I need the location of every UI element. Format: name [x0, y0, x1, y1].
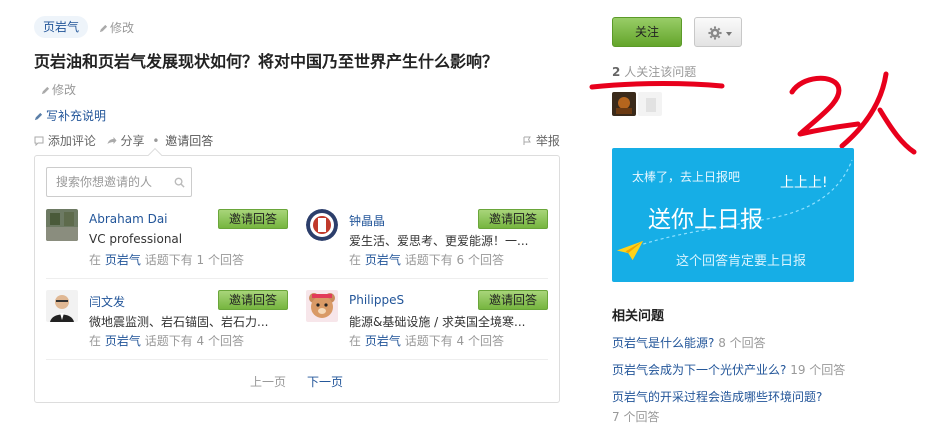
avatar-photo [612, 92, 636, 116]
candidate-name[interactable]: 钟晶晶 [349, 212, 385, 229]
banner-line3: 这个回答肯定要上日报 [676, 254, 807, 269]
gear-icon [708, 26, 722, 40]
search-icon [174, 177, 185, 188]
avatar-logo [306, 209, 338, 241]
meta-topic-link[interactable]: 页岩气 [365, 253, 401, 267]
related-question-link[interactable]: 页岩气会成为下一个光伏产业么? [612, 363, 786, 377]
daily-promo-banner[interactable]: 太棒了，去上日报吧 上上上! 送你上日报 这个回答肯定要上日报 [612, 148, 854, 282]
follow-button[interactable]: 关注 [612, 17, 682, 47]
candidate-name[interactable]: PhilippeS [349, 293, 404, 307]
related-questions-title: 相关问题 [612, 309, 665, 324]
meta-topic-link[interactable]: 页岩气 [365, 334, 401, 348]
candidate-bio: 爱生活、爱思考、更爱能源！一... [349, 234, 529, 248]
meta-answer-count: 话题下有 6 个回答 [404, 253, 504, 267]
meta-topic-link[interactable]: 页岩气 [105, 253, 141, 267]
candidate-meta: 在 页岩气 话题下有 1 个回答 [89, 251, 244, 268]
edit-topics-link[interactable]: 修改 [99, 19, 134, 36]
related-question-title: 页岩气的开采过程会造成哪些环境问题? [612, 390, 823, 404]
meta-prefix: 在 [89, 334, 102, 348]
avatar-photo [46, 209, 78, 241]
pencil-icon [41, 86, 50, 95]
share-label: 分享 [120, 134, 145, 148]
invite-answer-action[interactable]: 邀请回答 [165, 132, 213, 149]
candidate-meta: 在 页岩气 话题下有 6 个回答 [349, 251, 504, 268]
meta-answer-count: 话题下有 4 个回答 [404, 334, 504, 348]
add-description-link[interactable]: 写补充说明 [34, 107, 106, 124]
avatar[interactable] [306, 290, 338, 322]
edit-topics-label: 修改 [110, 21, 135, 35]
avatar[interactable] [46, 290, 78, 322]
avatar-photo [46, 290, 78, 322]
topic-tag[interactable]: 页岩气 [34, 16, 89, 38]
banner-headline: 送你上日报 [648, 207, 763, 233]
follower-avatar[interactable] [612, 92, 636, 116]
invite-button[interactable]: 邀请回答 [478, 209, 548, 229]
invite-search-input[interactable]: 搜索你想邀请的人 [46, 167, 192, 197]
candidate-name[interactable]: 闫文发 [89, 293, 125, 310]
share-icon [107, 136, 117, 144]
add-description-label: 写补充说明 [46, 109, 107, 123]
invite-search-placeholder: 搜索你想邀请的人 [56, 175, 153, 189]
add-comment-label: 添加评论 [47, 134, 96, 148]
flag-icon [523, 136, 531, 145]
comment-icon [34, 136, 44, 146]
question-actions: 添加评论 分享 • 邀请回答 举报 [34, 132, 560, 150]
edit-title-link[interactable]: 修改 [41, 81, 76, 98]
candidate-meta: 在 页岩气 话题下有 4 个回答 [89, 332, 244, 349]
related-answer-count: 7 个回答 [612, 410, 660, 424]
avatar[interactable] [46, 209, 78, 241]
meta-prefix: 在 [89, 253, 102, 267]
invite-button[interactable]: 邀请回答 [478, 290, 548, 310]
paper-plane-icon [616, 240, 644, 261]
row-divider [46, 278, 548, 279]
meta-answer-count: 话题下有 4 个回答 [144, 334, 244, 348]
avatar-photo [638, 92, 662, 116]
candidate-bio: 能源&基础设施 / 求英国全境寒... [349, 315, 526, 329]
share-action[interactable]: 分享 [106, 132, 145, 149]
meta-prefix: 在 [349, 253, 362, 267]
prev-page-button[interactable]: 上一页 [250, 373, 286, 390]
add-comment-action[interactable]: 添加评论 [34, 132, 96, 149]
avatar[interactable] [306, 209, 338, 241]
related-question: 页岩气会成为下一个光伏产业么? 19 个回答 [612, 361, 845, 378]
invite-button[interactable]: 邀请回答 [218, 290, 288, 310]
meta-answer-count: 话题下有 1 个回答 [144, 253, 244, 267]
meta-prefix: 在 [349, 334, 362, 348]
related-question-link[interactable]: 页岩气的开采过程会造成哪些环境问题? [612, 388, 822, 405]
meta-topic-link[interactable]: 页岩气 [105, 334, 141, 348]
candidate-meta: 在 页岩气 话题下有 4 个回答 [349, 332, 504, 349]
pencil-icon [99, 24, 108, 33]
related-answer-count: 8 个回答 [718, 336, 766, 350]
separator-dot: • [152, 133, 160, 148]
banner-line2: 上上上! [780, 175, 828, 191]
related-question: 页岩气是什么能源? 8 个回答 [612, 334, 766, 351]
avatar-bear [306, 290, 338, 322]
candidate-bio: 微地震监测、岩石锚固、岩石力... [89, 315, 269, 329]
banner-line1: 太棒了，去上日报吧 [632, 170, 741, 184]
candidate-name[interactable]: Abraham Dai [89, 212, 168, 226]
next-page-button[interactable]: 下一页 [307, 373, 343, 390]
invite-button[interactable]: 邀请回答 [218, 209, 288, 229]
edit-title-label: 修改 [52, 83, 77, 97]
question-title: 页岩油和页岩气发展现状如何？将对中国乃至世界产生什么影响？ [34, 52, 499, 71]
report-label: 举报 [535, 134, 560, 148]
report-action[interactable]: 举报 [522, 132, 560, 149]
related-question-link[interactable]: 页岩气是什么能源? [612, 336, 714, 350]
row-divider [46, 359, 548, 360]
settings-dropdown-button[interactable] [694, 17, 742, 47]
follower-avatar[interactable] [638, 92, 662, 116]
chevron-down-icon [726, 32, 732, 36]
related-answer-count: 19 个回答 [790, 363, 846, 377]
pencil-icon [34, 112, 43, 121]
candidate-bio: VC professional [89, 232, 183, 246]
